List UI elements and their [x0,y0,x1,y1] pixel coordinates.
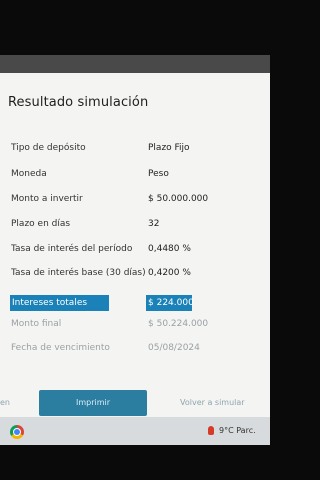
window-top-bar [0,55,270,73]
row-label: Tasa de interés del período [11,244,133,254]
row-label-selected[interactable]: Intereses totales [10,295,109,311]
row-tasa-base: Tasa de interés base (30 días) 0,4200 % [0,268,270,284]
edge-link-text[interactable]: en [0,398,10,407]
print-button[interactable]: Imprimir [39,390,147,416]
row-label: Plazo en días [11,219,71,229]
row-plazo-dias: Plazo en días 32 [0,219,270,235]
row-value: Peso [148,169,169,179]
row-value: $ 50.224.000 [148,319,209,329]
row-fecha-vencimiento: Fecha de vencimiento 05/08/2024 [0,343,270,359]
row-label: Tipo de depósito [11,143,86,153]
row-value: 0,4200 % [148,268,191,278]
app-screen: Resultado simulación Tipo de depósito Pl… [0,55,270,445]
row-label: Monto a invertir [11,194,83,204]
row-value: 05/08/2024 [148,343,200,353]
row-value-selected[interactable]: $ 224.000 [146,295,194,311]
row-label: Fecha de vencimiento [11,343,110,353]
row-value: 32 [148,219,160,229]
row-value: $ 50.000.000 [148,194,209,204]
row-monto-invertir: Monto a invertir $ 50.000.000 [0,194,270,210]
row-moneda: Moneda Peso [0,169,270,185]
chrome-icon[interactable] [10,425,24,439]
row-tipo-deposito: Tipo de depósito Plazo Fijo [0,143,270,159]
weather-text[interactable]: 9°C Parc. [219,426,256,435]
row-tasa-periodo: Tasa de interés del período 0,4480 % [0,244,270,260]
back-to-simulate-link[interactable]: Volver a simular [180,398,245,407]
page-title: Resultado simulación [8,95,149,110]
row-label: Moneda [11,169,47,179]
row-monto-final: Monto final $ 50.224.000 [0,319,270,335]
row-intereses-totales[interactable]: Intereses totales $ 224.000 [0,295,270,311]
row-value: 0,4480 % [148,244,191,254]
row-label: Monto final [11,319,62,329]
weather-icon [208,426,214,435]
row-value: Plazo Fijo [148,143,190,153]
row-label: Tasa de interés base (30 días) [11,268,146,278]
taskbar: 9°C Parc. [0,417,270,445]
